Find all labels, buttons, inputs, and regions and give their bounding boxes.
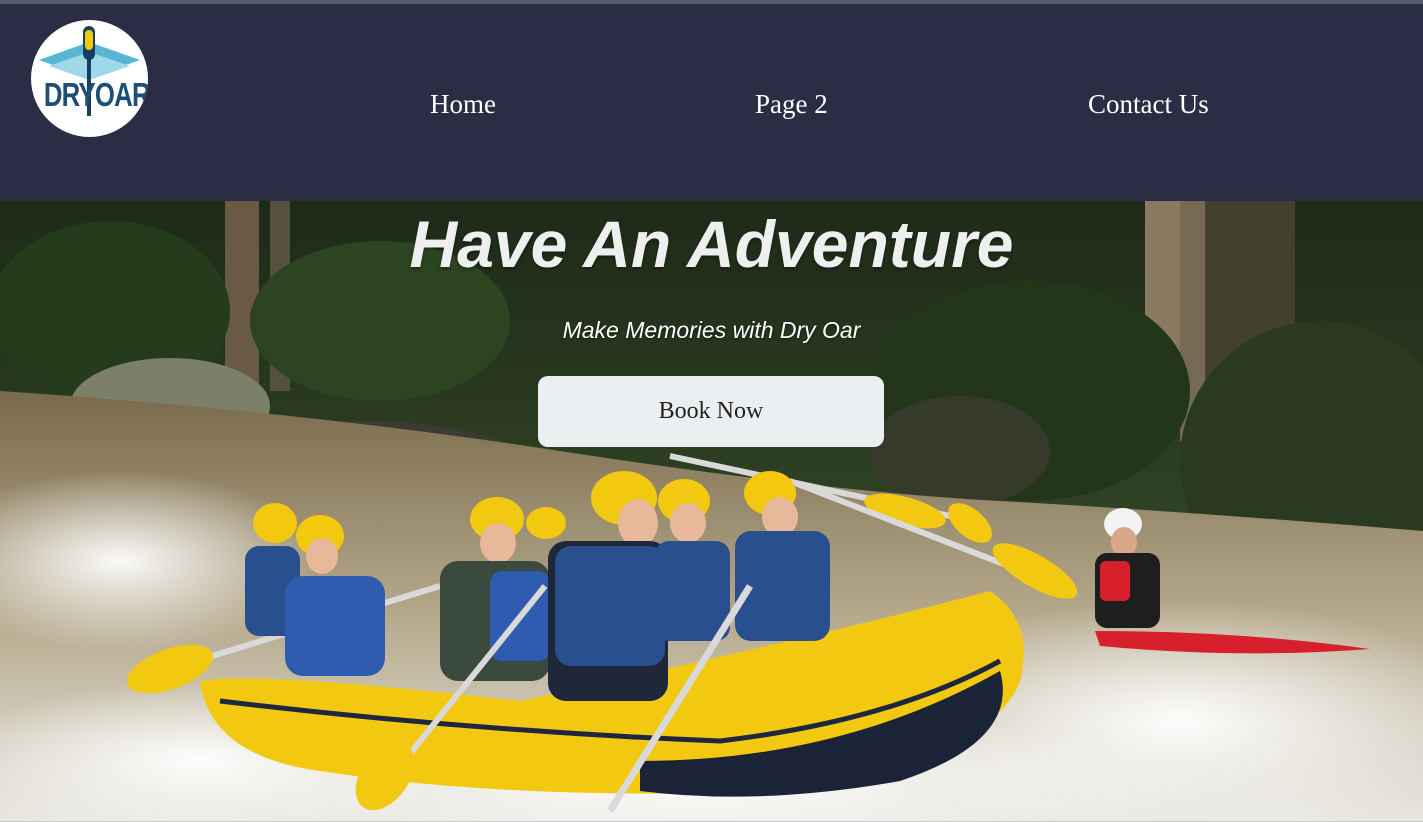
nav-home-link[interactable]: Home [430,89,496,120]
hero-banner: Have An Adventure Make Memories with Dry… [0,201,1423,821]
nav-page-2-link[interactable]: Page 2 [755,89,828,120]
nav-contact-us-link[interactable]: Contact Us [1088,89,1209,120]
hero-title: Have An Adventure [409,207,1014,281]
site-header: DRYOAR Home Page 2 Contact Us [0,4,1423,201]
logo-wordmark: DRYOAR [43,76,148,113]
dry-oar-logo[interactable]: DRYOAR [31,20,148,137]
hero-subtitle: Make Memories with Dry Oar [562,317,861,343]
rafting-photo [0,201,1423,821]
book-now-button[interactable]: Book Now [538,376,884,447]
